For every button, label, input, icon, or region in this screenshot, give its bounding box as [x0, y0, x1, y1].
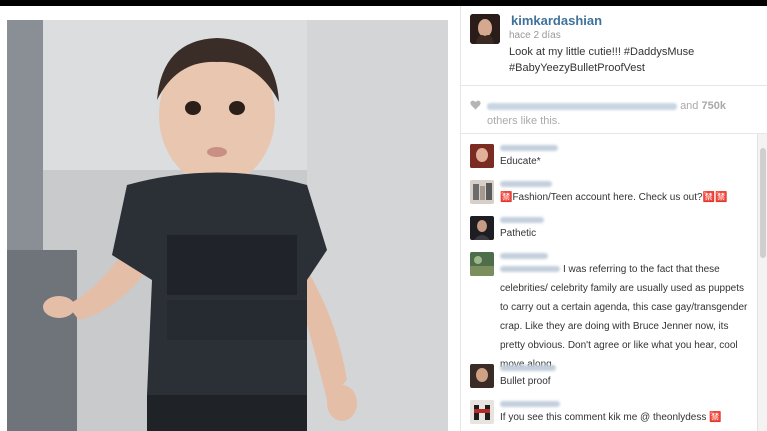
likes-suffix: others like this.	[487, 115, 561, 127]
comment-username[interactable]	[500, 253, 548, 259]
avatar[interactable]	[470, 144, 494, 168]
comment-text: Bullet proof	[500, 376, 551, 387]
likes-count[interactable]: 750k	[701, 100, 725, 112]
liked-by-usernames[interactable]	[487, 102, 677, 110]
comment-text: Pathetic	[500, 228, 537, 239]
likes-section: and 750k others like this.	[461, 86, 767, 134]
post-timestamp: hace 2 días	[509, 30, 561, 41]
comment-text: 🈲Fashion/Teen account here. Check us out…	[500, 192, 728, 203]
comment-username[interactable]	[500, 365, 556, 371]
scrollbar-thumb[interactable]	[760, 148, 766, 258]
likes-summary: and 750k others like this.	[487, 99, 757, 129]
comment-text: If you see this comment kik me @ theonly…	[500, 412, 722, 423]
commenter-photo	[470, 216, 494, 240]
commenter-photo	[470, 400, 494, 424]
comment-username[interactable]	[500, 181, 552, 187]
commenter-photo	[470, 252, 494, 276]
post-sidebar: kimkardashian hace 2 días Look at my lit…	[460, 6, 767, 431]
child-in-vest-image	[7, 20, 448, 431]
comment-body: I was referring to the fact that these c…	[500, 264, 748, 370]
comment-username[interactable]	[500, 145, 558, 151]
avatar[interactable]	[470, 216, 494, 240]
comment-text: I was referring to the fact that these c…	[500, 260, 750, 374]
commenter-photo	[470, 144, 494, 168]
avatar[interactable]	[470, 180, 494, 204]
post-header: kimkardashian hace 2 días Look at my lit…	[461, 6, 767, 86]
avatar[interactable]	[470, 252, 494, 276]
heart-icon[interactable]	[470, 100, 481, 110]
post-caption: Look at my little cutie!!! #DaddysMuse #…	[509, 44, 759, 76]
avatar[interactable]	[470, 400, 494, 424]
commenter-photo	[470, 180, 494, 204]
caption-line: Look at my little cutie!!! #DaddysMuse	[509, 46, 695, 58]
mentioned-username[interactable]	[500, 266, 560, 273]
avatar[interactable]	[470, 14, 500, 44]
avatar[interactable]	[470, 364, 494, 388]
post-photo[interactable]	[7, 20, 448, 431]
instagram-post-window: kimkardashian hace 2 días Look at my lit…	[0, 6, 767, 431]
comment-username[interactable]	[500, 217, 544, 223]
commenter-photo	[470, 364, 494, 388]
comments-scrollbar[interactable]	[757, 134, 767, 431]
post-username-link[interactable]: kimkardashian	[511, 13, 602, 28]
comment-username[interactable]	[500, 401, 560, 407]
profile-photo	[470, 14, 500, 44]
likes-joiner: and	[680, 100, 699, 112]
comment-text: Educate*	[500, 156, 541, 167]
comments-list: Educate* 🈲Fashion/Teen account here. Che…	[461, 134, 757, 431]
caption-hashtag-line[interactable]: #BabyYeezyBulletProofVest	[509, 60, 759, 76]
